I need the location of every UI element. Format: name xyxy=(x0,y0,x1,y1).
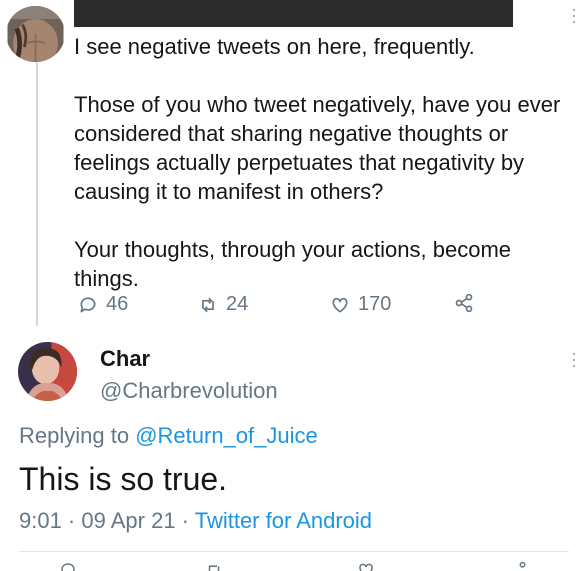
share-button[interactable] xyxy=(454,293,474,313)
parent-tweet-actions: 46 24 170 xyxy=(74,293,494,321)
like-button[interactable]: 170 xyxy=(330,293,391,316)
tweet-timestamp[interactable]: 9:01 · 09 Apr 21 · xyxy=(19,508,195,533)
parent-tweet-text: I see negative tweets on here, frequentl… xyxy=(74,32,574,293)
like-icon xyxy=(332,297,348,312)
tweet-source-link[interactable]: Twitter for Android xyxy=(195,508,372,533)
thread-connector-line xyxy=(36,62,38,326)
like-icon[interactable] xyxy=(357,561,375,571)
tweet-paragraph: Your thoughts, through your actions, bec… xyxy=(74,237,512,291)
retweet-icon xyxy=(202,297,214,312)
reply-tweet-text: This is so true. xyxy=(19,461,228,497)
parent-author-avatar[interactable] xyxy=(6,6,65,62)
tweet-meta: 9:01 · 09 Apr 21 · Twitter for Android xyxy=(19,508,372,534)
reply-button[interactable]: 46 xyxy=(78,293,128,316)
reply-author-avatar[interactable] xyxy=(18,342,77,401)
replying-prefix: Replying to xyxy=(19,423,136,448)
reply-author-name[interactable]: Char xyxy=(100,346,150,372)
retweet-button[interactable]: 24 xyxy=(198,293,248,316)
reply-author-handle[interactable]: @Charbrevolution xyxy=(100,378,278,404)
retweet-icon[interactable] xyxy=(205,561,223,571)
replying-to-line: Replying to @Return_of_Juice xyxy=(19,423,318,449)
more-options-icon[interactable]: · · · xyxy=(571,344,577,374)
tweet-paragraph: I see negative tweets on here, frequentl… xyxy=(74,34,475,59)
retweet-count: 24 xyxy=(226,293,249,315)
like-count: 170 xyxy=(358,293,392,315)
divider xyxy=(19,551,569,552)
replying-to-mention-link[interactable]: @Return_of_Juice xyxy=(135,423,318,448)
tweet-paragraph: Those of you who tweet negatively, have … xyxy=(74,92,561,204)
more-options-icon[interactable]: · · · xyxy=(571,0,577,30)
reply-count: 46 xyxy=(106,293,129,315)
reply-tweet-actions xyxy=(19,561,569,571)
share-icon xyxy=(455,293,473,313)
reply-icon[interactable] xyxy=(59,561,77,571)
redacted-header-bar xyxy=(74,0,513,27)
share-icon[interactable] xyxy=(509,561,527,571)
reply-icon xyxy=(80,296,96,312)
